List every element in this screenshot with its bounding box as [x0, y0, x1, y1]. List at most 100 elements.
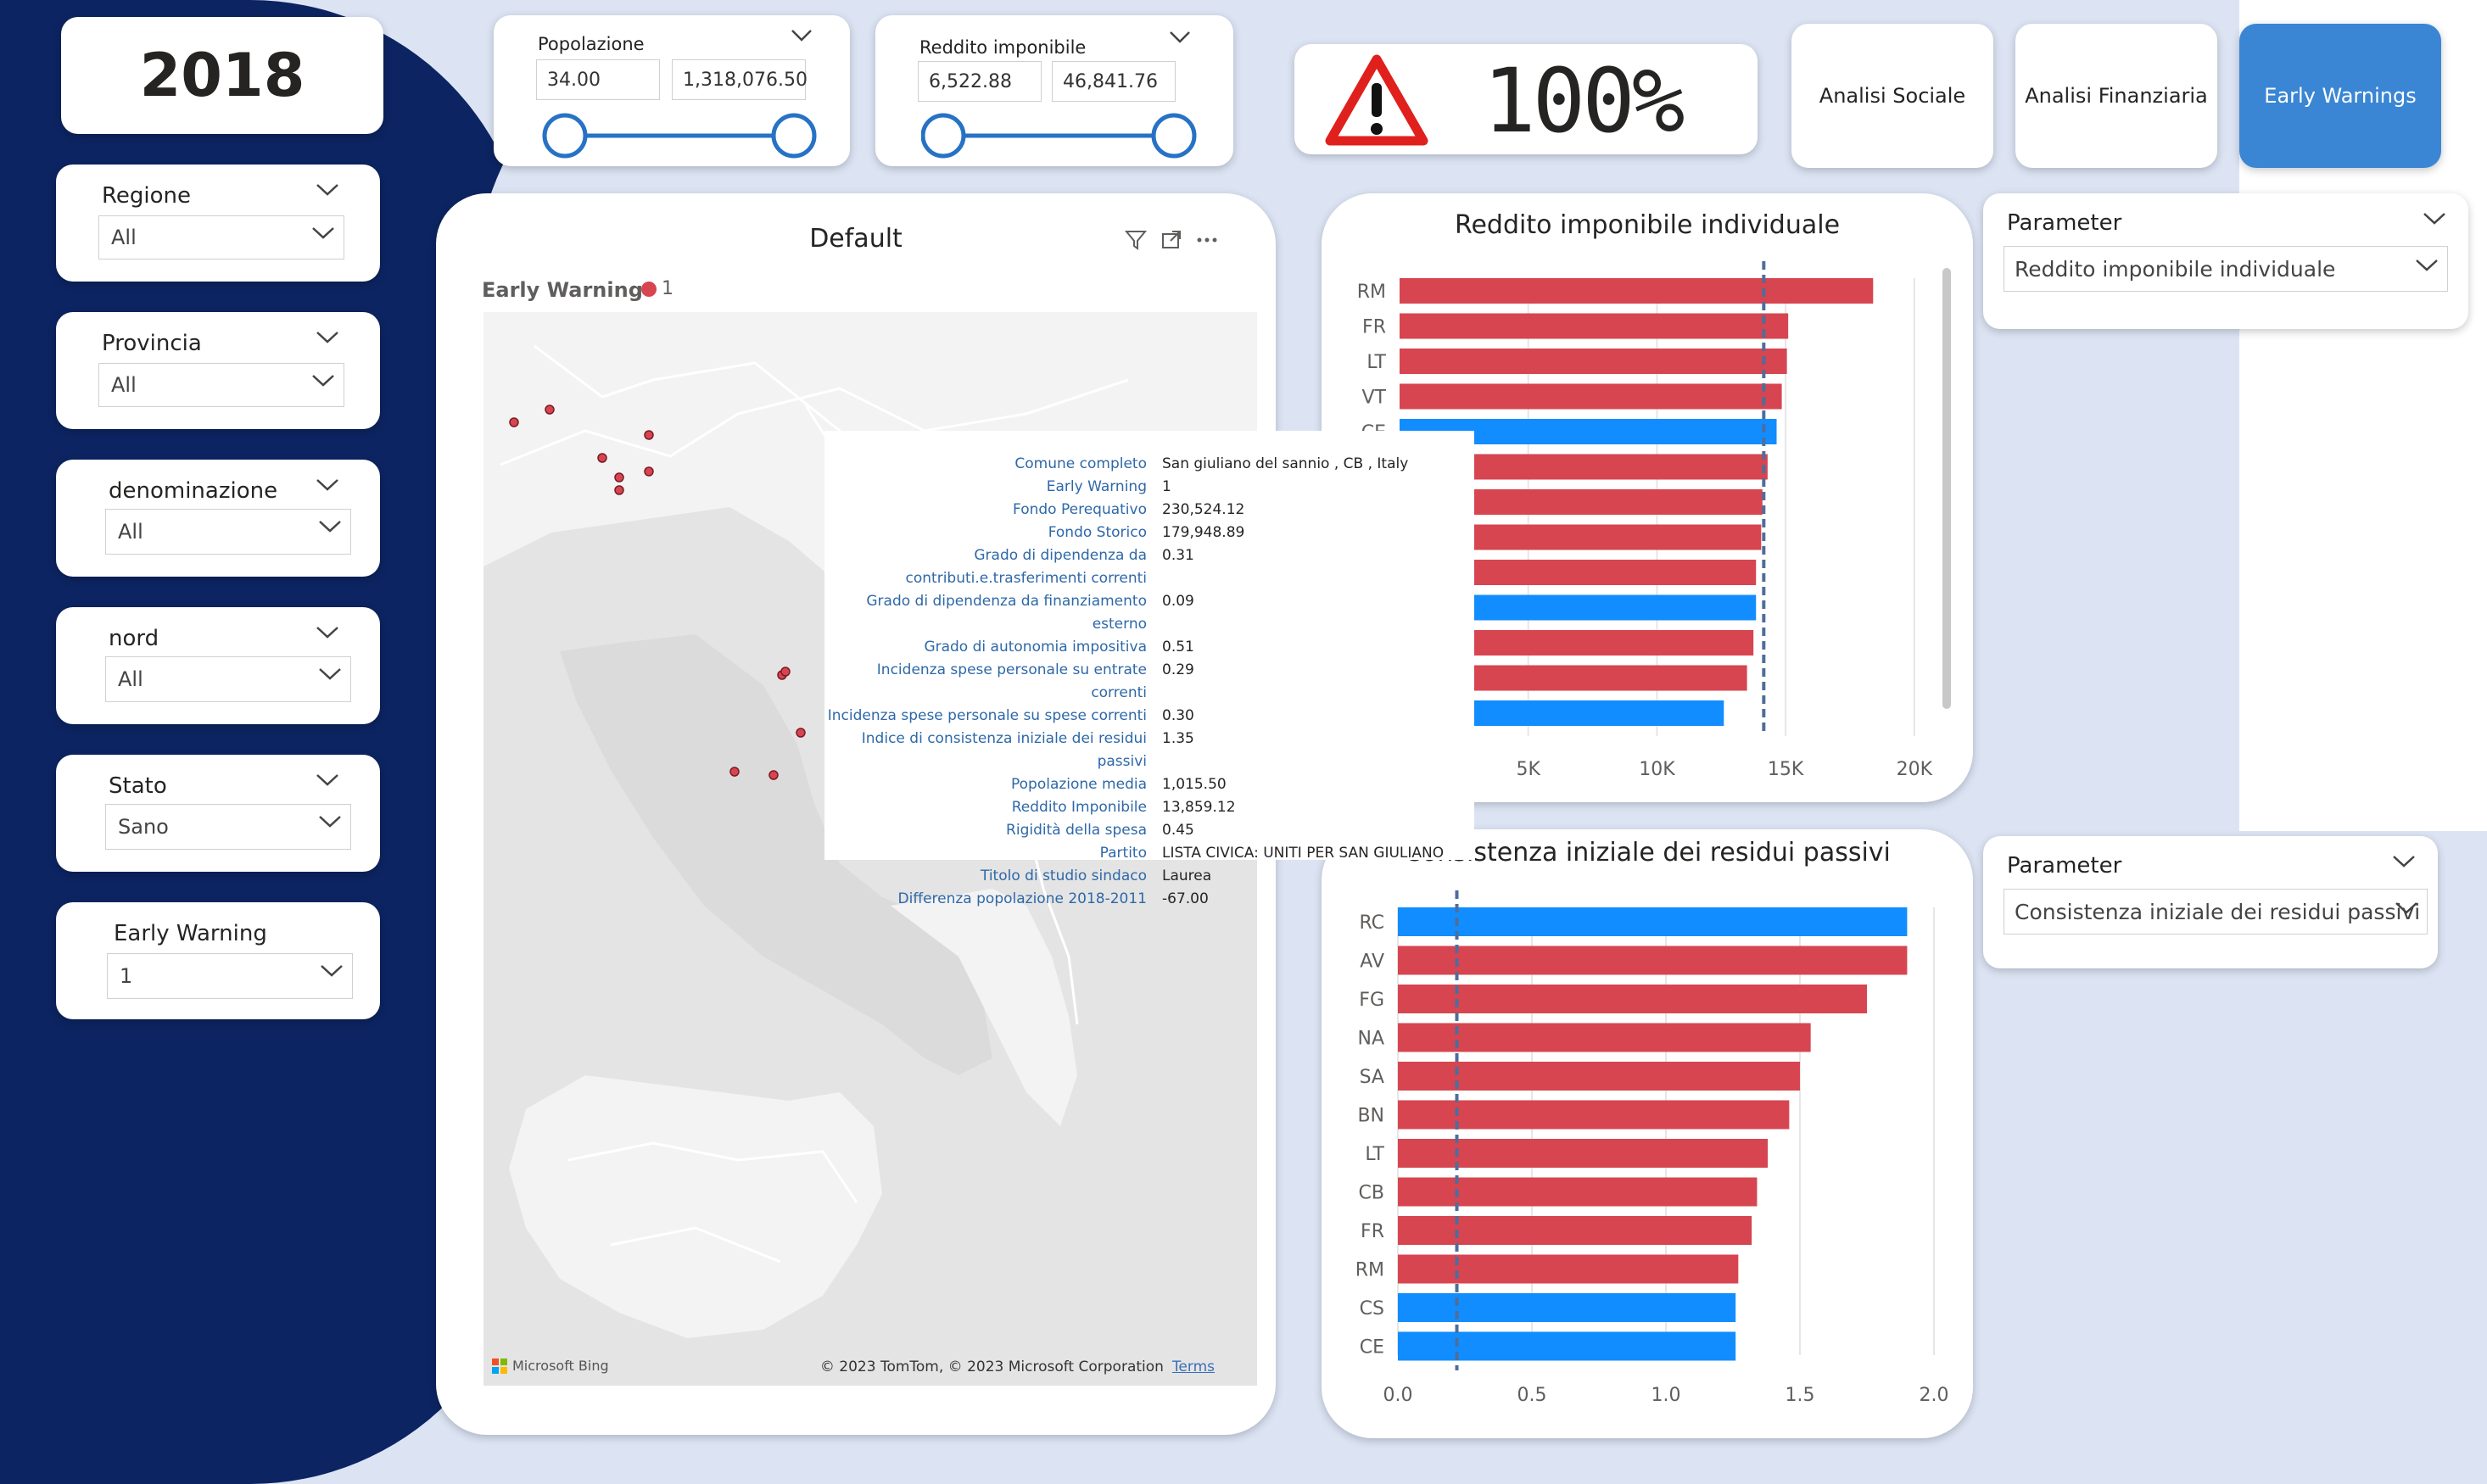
range-min-value: 34.00 — [547, 69, 601, 91]
chevron-down-icon[interactable] — [316, 478, 339, 492]
bar[interactable] — [1400, 313, 1789, 339]
x-tick-label: 1.0 — [1651, 1385, 1681, 1406]
chevron-down-icon — [321, 965, 343, 977]
range-slider-track[interactable] — [921, 109, 1201, 163]
tooltip-row: Popolazione media 1,015.50 — [824, 773, 1464, 796]
legend-title: Early Warning — [482, 278, 643, 302]
slicer-denominazione[interactable]: denominazione All — [56, 460, 380, 577]
category-label: FR — [1361, 1221, 1384, 1242]
terms-link[interactable]: Terms — [1172, 1358, 1215, 1375]
chevron-down-icon[interactable] — [316, 773, 339, 787]
chevron-down-icon[interactable] — [316, 331, 339, 344]
range-slicer-reddito[interactable]: Reddito imponibile 6,522.88 46,841.76 — [875, 15, 1233, 166]
range-min-value: 6,522.88 — [929, 70, 1012, 92]
nav-analisi-finanziaria-button[interactable]: Analisi Finanziaria — [2015, 24, 2217, 168]
tooltip-value: 13,859.12 — [1162, 799, 1236, 816]
chevron-down-icon — [312, 375, 334, 387]
tooltip-row: Comune completo San giuliano del sannio ,… — [824, 453, 1464, 476]
map-tooltip: Comune completo San giuliano del sannio ,… — [824, 431, 1474, 907]
nav-analisi-sociale-button[interactable]: Analisi Sociale — [1791, 24, 1993, 168]
category-label: FG — [1359, 990, 1384, 1011]
parameter-slicer-1[interactable]: Parameter Reddito imponibile individuale — [1983, 193, 2468, 329]
bar[interactable] — [1398, 907, 1908, 936]
range-slicer-popolazione[interactable]: Popolazione 34.00 1,318,076.50 — [494, 15, 850, 166]
slicer-dropdown[interactable]: 1 — [107, 953, 353, 999]
tooltip-key: Partito — [1099, 845, 1147, 862]
slicer-value: 1 — [120, 964, 133, 988]
slicer-dropdown[interactable]: All — [105, 656, 351, 702]
bar[interactable] — [1400, 349, 1787, 374]
tooltip-row: Incidenza spese personale su entrate cor… — [824, 659, 1464, 705]
range-min-input[interactable]: 6,522.88 — [918, 61, 1042, 102]
chevron-down-icon[interactable] — [1169, 31, 1191, 44]
filter-icon[interactable] — [1125, 229, 1147, 251]
bar-chart-residui[interactable]: Consistenza iniziale dei residui passivi… — [1322, 829, 1973, 1438]
bar[interactable] — [1398, 1254, 1739, 1284]
slicer-early-warning[interactable]: Early Warning 1 — [56, 902, 380, 1019]
category-label: BN — [1357, 1106, 1384, 1127]
chevron-down-icon[interactable] — [2423, 212, 2446, 226]
year-card: 2018 — [61, 17, 383, 134]
x-tick-label: 0.0 — [1383, 1385, 1413, 1406]
bar[interactable] — [1398, 1023, 1811, 1052]
more-options-icon[interactable] — [1196, 229, 1218, 251]
tooltip-value: 1,015.50 — [1162, 776, 1227, 793]
range-min-input[interactable]: 34.00 — [536, 59, 660, 100]
nav-early-warnings-button[interactable]: Early Warnings — [2239, 24, 2441, 168]
tooltip-value: 230,524.12 — [1162, 501, 1245, 518]
slicer-regione[interactable]: Regione All — [56, 165, 380, 282]
tooltip-value: 0.51 — [1162, 639, 1194, 656]
slicer-dropdown[interactable]: All — [105, 509, 351, 555]
focus-mode-icon[interactable] — [1160, 229, 1182, 251]
tooltip-row: Reddito Imponibile 13,859.12 — [824, 796, 1464, 819]
scrollbar[interactable] — [1942, 268, 1951, 709]
chevron-down-icon[interactable] — [316, 183, 339, 197]
tooltip-row: Fondo Storico 179,948.89 — [824, 522, 1464, 544]
parameter-dropdown[interactable]: Consistenza iniziale dei residui passivi — [2004, 889, 2428, 934]
slicer-stato[interactable]: Stato Sano — [56, 755, 380, 872]
category-label: VT — [1362, 388, 1387, 409]
slicer-dropdown[interactable]: Sano — [105, 804, 351, 850]
chevron-down-icon — [312, 227, 334, 239]
category-label: AV — [1360, 951, 1384, 973]
slicer-dropdown[interactable]: All — [98, 215, 344, 259]
chevron-down-icon — [319, 668, 341, 680]
bar[interactable] — [1398, 1177, 1758, 1207]
bar[interactable] — [1398, 946, 1908, 975]
range-max-input[interactable]: 1,318,076.50 — [672, 59, 808, 100]
category-label: RM — [1355, 1260, 1384, 1281]
tooltip-key: Grado di autonomia impositiva — [924, 639, 1147, 656]
slicer-title: Provincia — [102, 331, 202, 356]
tooltip-row: Incidenza spese personale su spese corre… — [824, 705, 1464, 728]
range-handle-max — [1151, 113, 1197, 159]
slicer-dropdown[interactable]: All — [98, 363, 344, 407]
early-warning-kpi-card: 100% — [1294, 44, 1758, 154]
category-label: RC — [1359, 912, 1384, 934]
chevron-down-icon[interactable] — [2392, 855, 2416, 868]
bar[interactable] — [1400, 278, 1874, 304]
copyright-text: © 2023 TomTom, © 2023 Microsoft Corporat… — [819, 1358, 1164, 1375]
bar[interactable] — [1400, 383, 1782, 410]
bar[interactable] — [1398, 1216, 1752, 1245]
range-max-value: 1,318,076.50 — [683, 69, 808, 91]
chevron-down-icon[interactable] — [316, 626, 339, 639]
tooltip-key: Rigidità della spesa — [1006, 822, 1147, 839]
tooltip-row: contributi.e.trasferimenti correnti — [824, 567, 1464, 590]
bar[interactable] — [1398, 1139, 1769, 1168]
legend-value: 1 — [662, 278, 673, 299]
tooltip-key: Grado di dipendenza da — [974, 547, 1147, 564]
slicer-value: All — [111, 373, 137, 397]
slicer-nord[interactable]: nord All — [56, 607, 380, 724]
parameter-title: Parameter — [2007, 853, 2122, 879]
parameter-slicer-2[interactable]: Parameter Consistenza iniziale dei resid… — [1983, 836, 2438, 968]
bar[interactable] — [1398, 1331, 1736, 1361]
range-max-input[interactable]: 46,841.76 — [1052, 61, 1176, 102]
chevron-down-icon — [319, 816, 341, 828]
range-slider-track[interactable] — [541, 109, 821, 163]
parameter-value: Reddito imponibile individuale — [2015, 256, 2336, 282]
slicer-provincia[interactable]: Provincia All — [56, 312, 380, 429]
chevron-down-icon[interactable] — [791, 29, 813, 42]
parameter-dropdown[interactable]: Reddito imponibile individuale — [2004, 246, 2448, 292]
bar[interactable] — [1398, 1293, 1736, 1322]
bar[interactable] — [1398, 985, 1867, 1013]
